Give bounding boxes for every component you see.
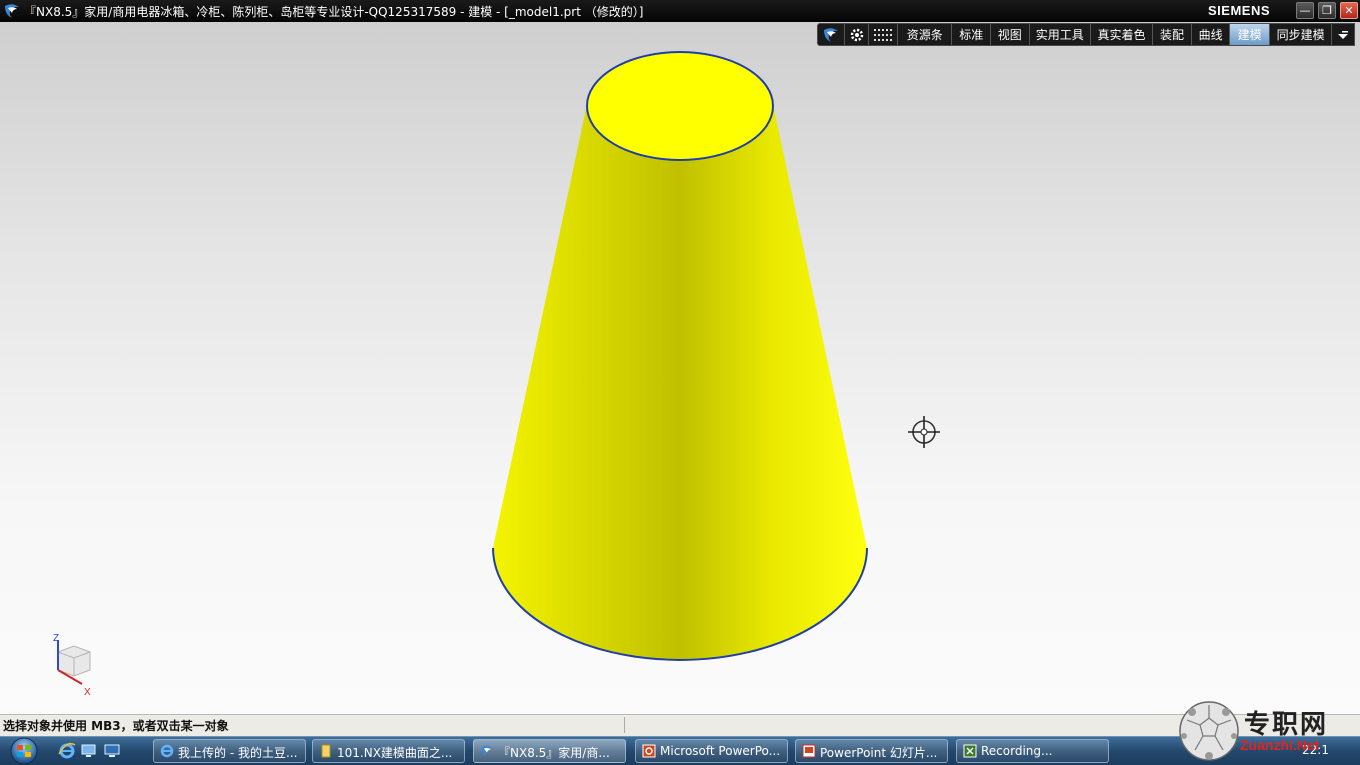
watermark: 专职网 Zuanzhi.Net: [1176, 700, 1360, 765]
tab-modeling[interactable]: 建模: [1230, 24, 1270, 45]
taskbar-button-label: 我上传的 - 我的土豆...: [178, 746, 298, 760]
watermark-text: 专职网: [1244, 710, 1329, 740]
status-bar: 选择对象并使用 MB3，或者双击某一对象: [0, 714, 1360, 736]
tab-utilities[interactable]: 实用工具: [1030, 24, 1091, 45]
ie-icon: [160, 744, 174, 758]
maximize-button[interactable]: ❐: [1318, 2, 1336, 19]
tab-synchronous-modeling[interactable]: 同步建模: [1270, 24, 1333, 45]
windows-start-icon[interactable]: [6, 737, 42, 765]
minimize-button[interactable]: —: [1296, 2, 1314, 19]
grid-icon[interactable]: [869, 24, 899, 45]
recording-icon: [963, 744, 977, 758]
cone-side-face[interactable]: [493, 104, 867, 660]
taskbar-button-label: Microsoft PowerPo...: [660, 744, 781, 758]
status-divider: [624, 717, 625, 733]
tab-view[interactable]: 视图: [991, 24, 1030, 45]
status-prompt: 选择对象并使用 MB3，或者双击某一对象: [3, 719, 229, 733]
tab-resource-bar[interactable]: 资源条: [898, 24, 953, 45]
tab-assembly[interactable]: 装配: [1153, 24, 1192, 45]
folder-icon: [321, 744, 331, 758]
nx-logo-icon[interactable]: [818, 24, 845, 45]
nx-logo-icon: [481, 745, 493, 757]
title-bar: 『NX8.5』家用/商用电器冰箱、冷柜、陈列柜、岛柜等专业设计-QQ125317…: [0, 0, 1360, 22]
taskbar-button-recording[interactable]: Recording...: [956, 739, 1109, 763]
taskbar-button-browser[interactable]: 我上传的 - 我的土豆...: [153, 739, 306, 763]
monitor-icon[interactable]: [103, 742, 121, 759]
siemens-brand: SIEMENS: [1208, 3, 1271, 18]
tab-curve[interactable]: 曲线: [1192, 24, 1231, 45]
nx-logo-icon: [5, 4, 19, 18]
taskbar: 我上传的 - 我的土豆... 101.NX建模曲面之... 『NX8.5』家用/…: [0, 736, 1360, 765]
taskbar-button-powerpoint[interactable]: Microsoft PowerPo...: [635, 739, 788, 763]
taskbar-button-nx[interactable]: 『NX8.5』家用/商...: [473, 739, 626, 763]
crosshair-cursor-icon: [908, 416, 940, 448]
powerpoint-icon: [642, 744, 656, 758]
ribbon-tab-bar: 资源条 标准 视图 实用工具 真实着色 装配 曲线 建模 同步建模: [817, 23, 1355, 46]
cone-top-face[interactable]: [586, 51, 774, 161]
gear-icon[interactable]: [845, 24, 870, 45]
window-title: 『NX8.5』家用/商用电器冰箱、冷柜、陈列柜、岛柜等专业设计-QQ125317…: [24, 5, 644, 19]
ie-icon[interactable]: [58, 742, 76, 759]
watermark-url: Zuanzhi.Net: [1240, 737, 1320, 753]
triad-z-label: Z: [53, 633, 59, 644]
taskbar-button-label: 『NX8.5』家用/商...: [498, 746, 610, 760]
model-cone[interactable]: [0, 22, 1360, 714]
powerpoint-slide-icon: [802, 744, 816, 758]
tab-true-shading[interactable]: 真实着色: [1091, 24, 1154, 45]
taskbar-button-label: 101.NX建模曲面之...: [337, 746, 453, 760]
soccer-ball-logo-icon: [1179, 701, 1239, 761]
view-triad: Z X: [53, 633, 91, 698]
graphics-window[interactable]: Z X: [0, 22, 1360, 714]
show-desktop-icon[interactable]: [80, 742, 98, 759]
triad-x-label: X: [84, 687, 91, 698]
taskbar-button-label: PowerPoint 幻灯片...: [820, 746, 938, 760]
taskbar-button-folder[interactable]: 101.NX建模曲面之...: [312, 739, 465, 763]
taskbar-button-slideshow[interactable]: PowerPoint 幻灯片...: [795, 739, 948, 763]
dropdown-arrow-icon[interactable]: [1332, 24, 1354, 45]
close-button[interactable]: ✕: [1340, 2, 1358, 19]
tab-standard[interactable]: 标准: [952, 24, 991, 45]
taskbar-button-label: Recording...: [981, 744, 1053, 758]
